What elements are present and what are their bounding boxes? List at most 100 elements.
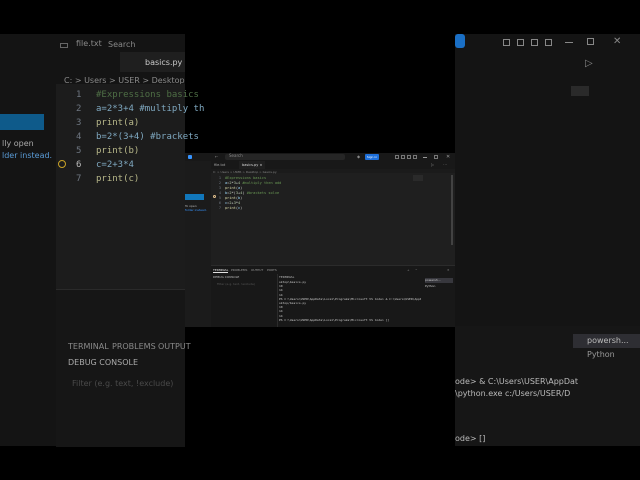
- bg-panel-problems: PROBLEMS: [112, 342, 156, 351]
- code-token: 4: [238, 201, 241, 205]
- bg-panel-terminal: TERMINAL: [68, 342, 109, 351]
- close-panel-icon[interactable]: ✕: [447, 268, 450, 272]
- bg-layout-icon-2: [517, 39, 524, 46]
- terminal-item-python[interactable]: Python: [425, 284, 453, 289]
- bg-line-7: print(c): [96, 174, 140, 184]
- title-bar: ← Search ◆ Sign in ✕: [185, 153, 455, 161]
- command-search-box[interactable]: Search: [225, 153, 345, 160]
- more-actions-icon[interactable]: ⋯: [443, 162, 447, 168]
- bg-sidebar-highlight: [0, 114, 44, 130]
- code-token: ): [240, 186, 243, 190]
- code-token: print: [225, 186, 236, 190]
- bg-account-badge: [455, 34, 465, 48]
- bg-line-4: b=2*(3+4) #brackets: [96, 132, 199, 142]
- bg-right-list-1: powersh...: [587, 336, 629, 345]
- tab-problems[interactable]: PROBLEMS: [231, 268, 247, 272]
- maximize-panel-icon[interactable]: ^: [415, 268, 418, 272]
- terminal-item-powershell[interactable]: powersh...: [425, 278, 453, 283]
- bg-close-icon: ✕: [613, 36, 622, 47]
- toggle-secondary-icon[interactable]: [407, 155, 411, 159]
- toggle-panel-icon[interactable]: [401, 155, 405, 159]
- bg-editor: [56, 84, 185, 289]
- tab-label: basics.py: [242, 163, 259, 167]
- code-text: print(c): [225, 206, 242, 211]
- bg-tab-file: file.txt: [76, 39, 102, 48]
- bg-nav-icon: [60, 43, 68, 48]
- bg-right-term-2: \python.exe c:/Users/USER/D: [455, 389, 571, 398]
- tab-terminal[interactable]: TERMINAL: [213, 268, 229, 273]
- bg-line-6: c=2+3*4: [96, 160, 134, 170]
- editor-scrollbar[interactable]: [451, 175, 453, 245]
- bg-right-term-1: ode> & C:\Users\USER\AppDat: [455, 377, 579, 386]
- bg-layout-icon-1: [503, 39, 510, 46]
- back-arrow-icon[interactable]: ←: [215, 155, 218, 159]
- new-terminal-icon[interactable]: +: [407, 268, 410, 272]
- maximize-icon[interactable]: [434, 155, 438, 159]
- bg-panel: [56, 289, 185, 447]
- code-token: ): [240, 206, 243, 210]
- app-logo-icon: [188, 155, 192, 159]
- bg-debug-header: DEBUG CONSOLE: [68, 358, 139, 367]
- panel-divider: [277, 274, 278, 327]
- bg-ln-2: 2: [76, 104, 82, 114]
- bg-ln-4: 4: [76, 132, 82, 142]
- code-token: print: [225, 196, 236, 200]
- bg-line-1: #Expressions basics: [96, 90, 199, 100]
- background-left-panel: lly open lder instead. file.txt basics.p…: [0, 34, 204, 447]
- run-icon[interactable]: ▷: [431, 162, 434, 168]
- customize-layout-icon[interactable]: [413, 155, 417, 159]
- tab-close-icon[interactable]: ×: [259, 163, 262, 167]
- search-placeholder: Search: [229, 153, 243, 158]
- lightbulb-icon[interactable]: [213, 195, 216, 198]
- bg-ln-6: 6: [76, 160, 82, 170]
- tab-output[interactable]: OUTPUT: [251, 268, 263, 272]
- bottom-panel: TERMINAL PROBLEMS OUTPUT PORTS DEBUG CON…: [211, 265, 455, 327]
- close-icon[interactable]: ✕: [446, 153, 450, 161]
- code-token: #brackets solve: [244, 191, 280, 195]
- bg-layout-icon-4: [545, 39, 552, 46]
- bg-minimap: [571, 86, 589, 96]
- sidebar-text-2[interactable]: folder instead.: [185, 208, 207, 212]
- line-number: 7: [218, 206, 221, 210]
- toggle-sidebar-icon[interactable]: [395, 155, 399, 159]
- copilot-icon[interactable]: ◆: [357, 154, 360, 160]
- terminal-list: powersh... Python: [423, 278, 455, 327]
- code-editor[interactable]: C: > Users > USER > Desktop > basics.py …: [211, 170, 455, 265]
- account-badge[interactable]: Sign in: [365, 154, 379, 160]
- bg-ln-5: 5: [76, 146, 82, 156]
- tab-ports[interactable]: PORTS: [267, 268, 277, 272]
- tab-label: file.txt: [214, 163, 226, 167]
- bg-search: Search: [108, 40, 136, 49]
- code-token: #Expressions basics: [225, 176, 267, 180]
- background-right-panel: ✕ ▷ ode> & C:\Users\USER\AppDat \python.…: [455, 34, 640, 446]
- breadcrumb[interactable]: C: > Users > USER > Desktop > basics.py: [213, 170, 277, 174]
- terminal-header: TERMINAL: [279, 275, 295, 279]
- minimap[interactable]: [413, 175, 423, 181]
- bg-minimize-icon: [565, 42, 573, 43]
- bg-right-list-2: Python: [587, 350, 615, 359]
- minimize-icon[interactable]: [423, 157, 427, 158]
- bg-ln-3: 3: [76, 118, 82, 128]
- debug-filter-input[interactable]: Filter (e.g. text, !exclude): [217, 282, 255, 286]
- bg-right-term-3: ode> []: [455, 434, 486, 443]
- code-token: ): [240, 196, 243, 200]
- tab-file-txt[interactable]: file.txt: [211, 161, 228, 169]
- tab-basics-py[interactable]: basics.py ×: [239, 161, 266, 169]
- open-folder-button[interactable]: [185, 194, 204, 200]
- vscode-window: ← Search ◆ Sign in ✕ To open folder inst…: [185, 153, 455, 327]
- code-token: #multiply then add: [240, 181, 282, 185]
- bg-ln-7: 7: [76, 174, 82, 184]
- bg-maximize-icon: [587, 38, 594, 45]
- explorer-sidebar: To open folder instead.: [185, 161, 211, 327]
- terminal-output[interactable]: sktop\basics.py 10 14 14 PS C:\Users\USE…: [279, 280, 421, 327]
- bg-lightbulb-icon: [58, 160, 66, 168]
- bg-left-text-2: lder instead.: [2, 151, 53, 160]
- bg-line-2: a=2*3+4 #multiply th: [96, 104, 205, 114]
- bg-line-5: print(b): [96, 146, 140, 156]
- bg-panel-output: OUTPUT: [158, 342, 191, 351]
- bg-line-3: print(a): [96, 118, 140, 128]
- bg-left-text-1: lly open: [2, 139, 34, 148]
- bg-tab-basics: basics.py: [145, 58, 183, 67]
- debug-console-header[interactable]: DEBUG CONSOLE: [213, 275, 239, 279]
- bg-layout-icon-3: [531, 39, 538, 46]
